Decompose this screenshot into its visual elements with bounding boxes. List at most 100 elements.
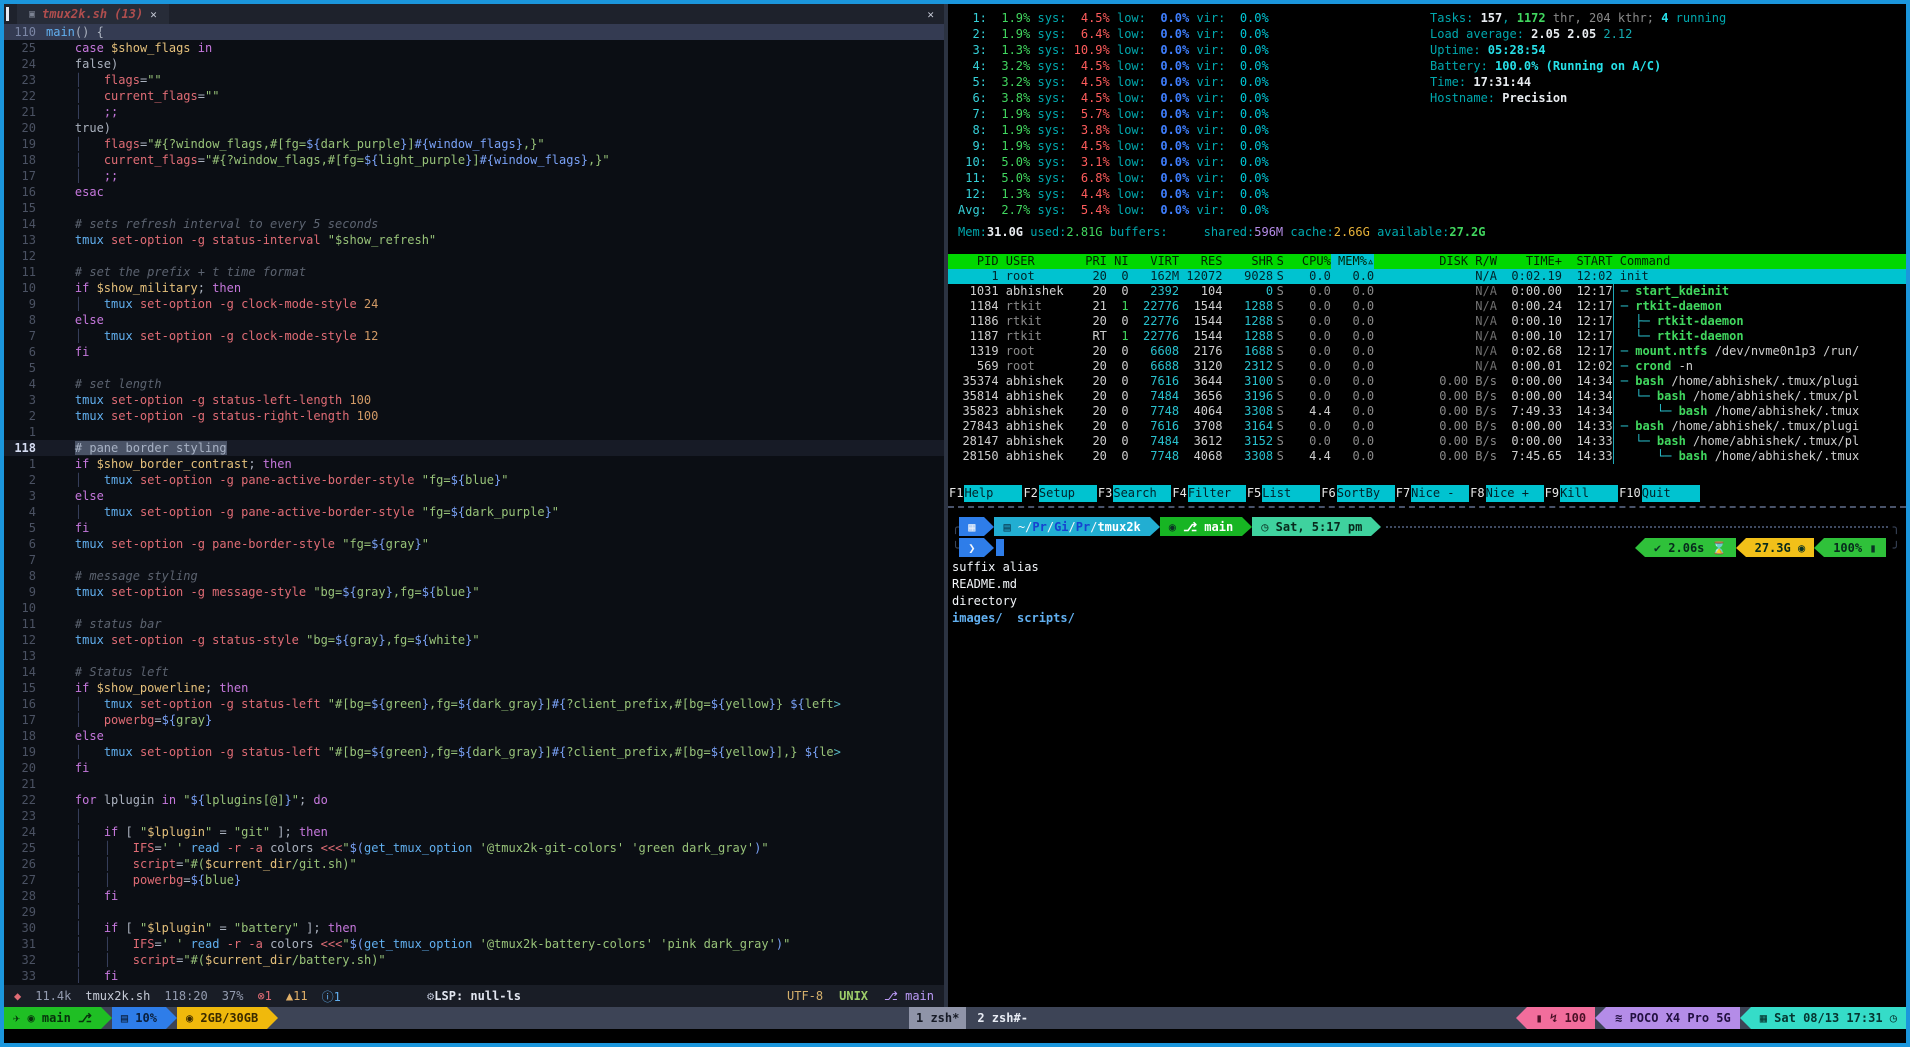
process-row[interactable]: 569root200668831202312S0.00.0N/A0:00.011… <box>948 359 1906 374</box>
code-line[interactable]: 15 if $show_powerline; then <box>4 680 944 696</box>
tab-close-icon[interactable]: ✕ <box>150 8 157 21</box>
code-line[interactable]: 17 │ powerbg=${gray} <box>4 712 944 728</box>
process-row[interactable]: 35374abhishek200761636443100S0.00.00.00 … <box>948 374 1906 389</box>
column-header[interactable]: NI <box>1107 254 1129 269</box>
process-row[interactable]: 35814abhishek200748436563196S0.00.00.00 … <box>948 389 1906 404</box>
code-line[interactable]: 8 else <box>4 312 944 328</box>
code-line[interactable]: 10 if $show_military; then <box>4 280 944 296</box>
code-line[interactable]: 21 <box>4 776 944 792</box>
code-line[interactable]: 22 │ current_flags="" <box>4 88 944 104</box>
code-line[interactable]: 14 # sets refresh interval to every 5 se… <box>4 216 944 232</box>
process-row[interactable]: 28147abhishek200748436123152S0.00.00.00 … <box>948 434 1906 449</box>
code-line[interactable]: 19 │ tmux set-option -g status-left "#[b… <box>4 744 944 760</box>
code-area[interactable]: 25 case $show_flags in24 false)23 │ flag… <box>4 40 944 984</box>
code-line[interactable]: 17 │ ;; <box>4 168 944 184</box>
code-line[interactable]: 18 else <box>4 728 944 744</box>
code-line[interactable]: 5 <box>4 360 944 376</box>
column-header[interactable]: SHR <box>1222 254 1273 269</box>
code-line[interactable]: 2 tmux set-option -g status-right-length… <box>4 408 944 424</box>
process-row[interactable]: 1root200162M120729028S0.00.0N/A0:02.1912… <box>948 269 1906 284</box>
code-line[interactable]: 1 if $show_border_contrast; then <box>4 456 944 472</box>
prompt-line-2[interactable]: ╰❯✔ 2.06s ⌛27.3G ◉100% ▮ ╯ <box>952 538 1900 557</box>
column-header[interactable]: CPU% <box>1287 254 1330 269</box>
code-line[interactable]: 13 <box>4 648 944 664</box>
function-key-bar[interactable]: F1HelpF2SetupF3SearchF4FilterF5ListF6Sor… <box>948 485 1906 502</box>
fn-key-f8[interactable]: F8Nice + <box>1469 485 1543 502</box>
code-line[interactable]: 31 │ │ IFS=' ' read -r -a colors <<<"$(g… <box>4 936 944 952</box>
editor-tab[interactable]: ▣ tmux2k.sh (13) ✕ <box>17 4 169 24</box>
process-row[interactable]: 1186rtkit2002277615441288S0.00.0N/A0:00.… <box>948 314 1906 329</box>
code-line[interactable]: 10 <box>4 600 944 616</box>
code-line[interactable]: 20 true) <box>4 120 944 136</box>
process-row[interactable]: 1319root200660821761688S0.00.0N/A0:02.68… <box>948 344 1906 359</box>
fn-key-f2[interactable]: F2Setup <box>1022 485 1096 502</box>
code-line[interactable]: 7 <box>4 552 944 568</box>
code-line[interactable]: 13 tmux set-option -g status-interval "$… <box>4 232 944 248</box>
code-line[interactable]: 6 tmux set-option -g pane-border-style "… <box>4 536 944 552</box>
column-header[interactable]: START <box>1562 254 1613 269</box>
code-line[interactable]: 30 │ if [ "$lplugin" = "battery" ]; then <box>4 920 944 936</box>
column-header[interactable]: MEM%▵ <box>1331 254 1374 269</box>
window-close-icon[interactable]: ✕ <box>927 8 944 21</box>
process-row[interactable]: 1184rtkit2112277615441288S0.00.0N/A0:00.… <box>948 299 1906 314</box>
code-line[interactable]: 20 fi <box>4 760 944 776</box>
column-header[interactable]: TIME+ <box>1497 254 1562 269</box>
htop-pane[interactable]: 1: 1.9% sys: 4.5% low: 0.0% vir: 0.0% 2:… <box>948 4 1906 504</box>
fn-key-f10[interactable]: F10Quit <box>1618 485 1700 502</box>
code-line[interactable]: 4 │ tmux set-option -g pane-active-borde… <box>4 504 944 520</box>
tmux-window-tab[interactable]: 1 zsh* <box>909 1007 966 1029</box>
code-line[interactable]: 29 │ <box>4 904 944 920</box>
text-cursor[interactable] <box>996 539 1004 556</box>
code-line[interactable]: 26 │ │ script="#($current_dir/git.sh)" <box>4 856 944 872</box>
process-row[interactable]: 1031abhishek20023921040S0.00.0N/A0:00.00… <box>948 284 1906 299</box>
column-header[interactable]: S <box>1273 254 1287 269</box>
code-line[interactable]: 23 │ flags="" <box>4 72 944 88</box>
tmux-window-list[interactable]: 1 zsh*2 zsh#- <box>909 1007 1035 1029</box>
code-line[interactable]: 24 false) <box>4 56 944 72</box>
code-line[interactable]: 8 # message styling <box>4 568 944 584</box>
code-line[interactable]: 22 for lplugin in "${lplugins[@]}"; do <box>4 792 944 808</box>
process-table[interactable]: PIDUSERPRINIVIRTRESSHRSCPU%MEM%▵DISK R/W… <box>948 254 1906 464</box>
code-line[interactable]: 12 tmux set-option -g status-style "bg=$… <box>4 632 944 648</box>
fn-key-f9[interactable]: F9Kill <box>1544 485 1618 502</box>
fn-key-f5[interactable]: F5List <box>1246 485 1320 502</box>
tmux-window-tab[interactable]: 2 zsh#- <box>970 1007 1035 1029</box>
column-header[interactable]: DISK R/W <box>1374 254 1497 269</box>
code-line[interactable]: 4 # set length <box>4 376 944 392</box>
column-header[interactable]: PRI <box>1071 254 1107 269</box>
process-row[interactable]: 1187rtkitRT12277615441288S0.00.0N/A0:00.… <box>948 329 1906 344</box>
process-row[interactable]: 28150abhishek200774840683308S4.40.00.00 … <box>948 449 1906 464</box>
code-line[interactable]: 12 <box>4 248 944 264</box>
code-line[interactable]: 5 fi <box>4 520 944 536</box>
editor-pane[interactable]: ▣ tmux2k.sh (13) ✕ ✕ 110 main() { 25 cas… <box>4 4 944 1007</box>
fn-key-f4[interactable]: F4Filter <box>1171 485 1245 502</box>
code-line[interactable]: 11 # status bar <box>4 616 944 632</box>
shell-pane[interactable]: ╭▦▤ ~/Pr/Gi/Pr/tmux2k◉ ⎇ main◷ Sat, 5:17… <box>948 512 1906 1007</box>
process-row[interactable]: 27843abhishek200761637083164S0.00.00.00 … <box>948 419 1906 434</box>
fn-key-f6[interactable]: F6SortBy <box>1320 485 1394 502</box>
code-line[interactable]: 6 fi <box>4 344 944 360</box>
code-line[interactable]: 18 │ current_flags="#{?window_flags,#[fg… <box>4 152 944 168</box>
code-line[interactable]: 28 │ fi <box>4 888 944 904</box>
column-header[interactable]: Command <box>1613 254 1906 269</box>
code-line[interactable]: 3 tmux set-option -g status-left-length … <box>4 392 944 408</box>
code-line[interactable]: 9 │ tmux set-option -g clock-mode-style … <box>4 296 944 312</box>
column-header[interactable]: PID <box>948 254 999 269</box>
code-line[interactable]: 9 tmux set-option -g message-style "bg=$… <box>4 584 944 600</box>
code-line[interactable]: 25 │ │ IFS=' ' read -r -a colors <<<"$(g… <box>4 840 944 856</box>
fn-key-f3[interactable]: F3Search <box>1097 485 1171 502</box>
code-line[interactable]: 15 <box>4 200 944 216</box>
code-line[interactable]: 21 │ ;; <box>4 104 944 120</box>
process-table-header[interactable]: PIDUSERPRINIVIRTRESSHRSCPU%MEM%▵DISK R/W… <box>948 254 1906 269</box>
code-line[interactable]: 3 else <box>4 488 944 504</box>
code-line[interactable]: 25 case $show_flags in <box>4 40 944 56</box>
code-line[interactable]: 23 │ <box>4 808 944 824</box>
code-line[interactable]: 2 │ tmux set-option -g pane-active-borde… <box>4 472 944 488</box>
code-line[interactable]: 32 │ │ script="#($current_dir/battery.sh… <box>4 952 944 968</box>
column-header[interactable]: USER <box>999 254 1071 269</box>
code-line[interactable]: 7 │ tmux set-option -g clock-mode-style … <box>4 328 944 344</box>
code-line[interactable]: 16 esac <box>4 184 944 200</box>
code-line[interactable]: 33 │ fi <box>4 968 944 984</box>
code-line[interactable]: 14 # Status left <box>4 664 944 680</box>
code-line[interactable]: 11 # set the prefix + t time format <box>4 264 944 280</box>
